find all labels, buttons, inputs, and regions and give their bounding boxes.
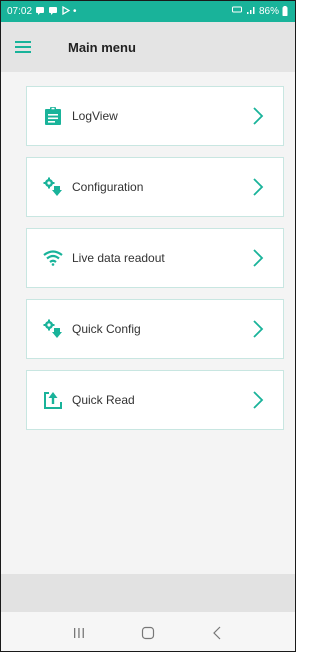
play-icon: [61, 5, 71, 17]
message-icon: [48, 6, 58, 17]
wifi-icon: [41, 246, 65, 270]
system-nav-bar: [1, 612, 295, 651]
mobile-data-icon: [231, 6, 243, 17]
app-bar: Main menu: [1, 22, 295, 72]
menu-list: LogView Configuration Live data readout …: [26, 86, 284, 441]
main-content: LogView Configuration Live data readout …: [1, 72, 295, 574]
gears-icon: [41, 317, 65, 341]
battery-icon: [282, 5, 288, 18]
status-left: 07:02 •: [7, 5, 77, 17]
home-icon: [141, 626, 155, 639]
chevron-right-icon: [251, 105, 265, 127]
chevron-right-icon: [251, 247, 265, 269]
menu-item-quick-config[interactable]: Quick Config: [26, 299, 284, 359]
gears-icon: [41, 175, 65, 199]
menu-item-live-data-readout[interactable]: Live data readout: [26, 228, 284, 288]
menu-item-label: Quick Config: [72, 322, 141, 336]
message-icon: [35, 6, 45, 17]
back-button[interactable]: [205, 621, 229, 645]
menu-item-label: Live data readout: [72, 251, 165, 265]
menu-item-logview[interactable]: LogView: [26, 86, 284, 146]
status-right: 86%: [231, 5, 288, 18]
menu-item-label: Quick Read: [72, 393, 135, 407]
recent-apps-button[interactable]: [67, 621, 91, 645]
menu-item-configuration[interactable]: Configuration: [26, 157, 284, 217]
menu-item-label: LogView: [72, 109, 118, 123]
footer-bar: [1, 574, 295, 612]
status-time: 07:02: [7, 6, 33, 17]
back-icon: [212, 626, 221, 639]
menu-item-label: Configuration: [72, 180, 144, 194]
hamburger-icon: [15, 41, 31, 53]
menu-item-quick-read[interactable]: Quick Read: [26, 370, 284, 430]
chevron-right-icon: [251, 389, 265, 411]
chevron-right-icon: [251, 176, 265, 198]
upload-icon: [41, 388, 65, 412]
clipboard-icon: [41, 104, 65, 128]
hamburger-menu-button[interactable]: [11, 35, 35, 59]
page-title: Main menu: [68, 39, 136, 55]
signal-icon: [246, 6, 256, 17]
status-bar: 07:02 • 86%: [1, 1, 295, 22]
status-dot: •: [73, 6, 77, 17]
battery-percent: 86%: [258, 6, 279, 17]
phone-screen: 07:02 • 86% Main menu LogView Configurat…: [0, 0, 296, 652]
recent-apps-icon: [74, 627, 85, 638]
home-button[interactable]: [136, 621, 160, 645]
chevron-right-icon: [251, 318, 265, 340]
